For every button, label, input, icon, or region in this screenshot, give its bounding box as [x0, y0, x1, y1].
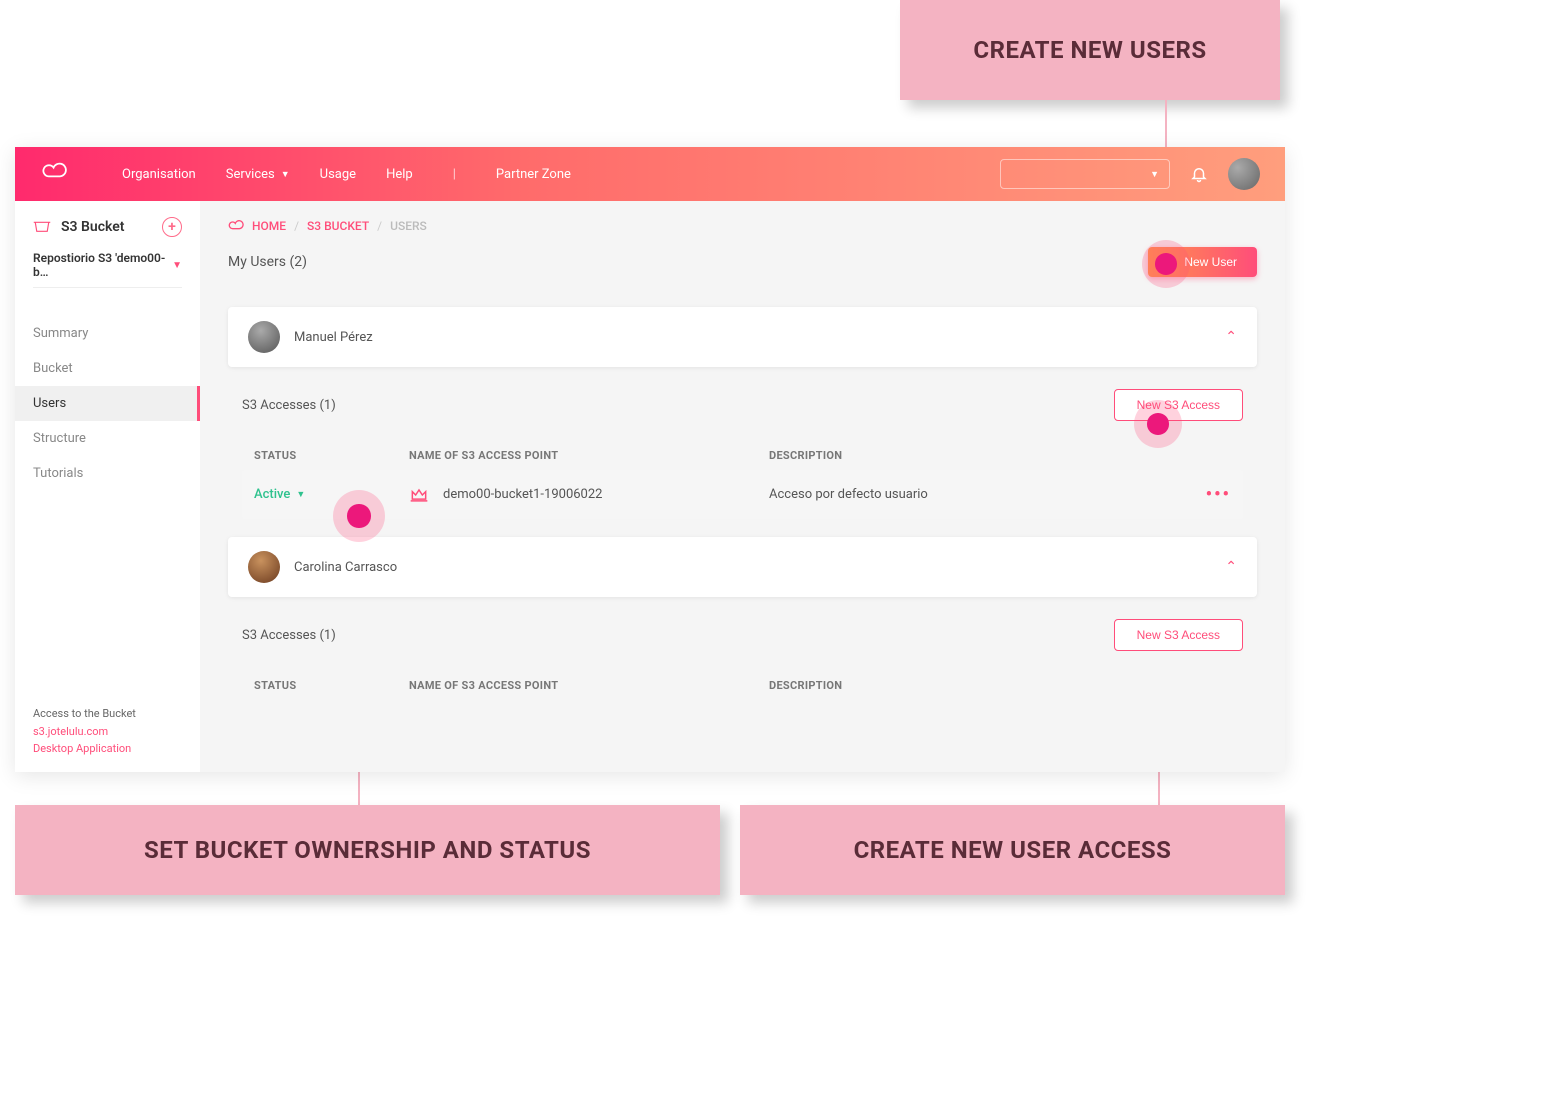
page-title: My Users (2) — [228, 254, 307, 270]
user-card[interactable]: Manuel Pérez ⌃ — [228, 307, 1257, 367]
new-user-button[interactable]: New User — [1148, 247, 1257, 277]
chevron-up-icon[interactable]: ⌃ — [1225, 559, 1237, 575]
nav-services-label: Services — [226, 167, 275, 182]
avatar — [248, 321, 280, 353]
app-window: Organisation Services ▼ Usage Help | Part… — [15, 147, 1285, 772]
col-name: NAME OF S3 ACCESS POINT — [409, 679, 769, 692]
user-name: Carolina Carrasco — [294, 560, 397, 575]
access-title: S3 Accesses (1) — [242, 628, 336, 643]
logo-icon — [40, 162, 72, 186]
access-block: S3 Accesses (1) New S3 Access STATUS NAM… — [228, 385, 1257, 519]
callout-create-users: CREATE NEW USERS — [900, 0, 1280, 100]
new-s3-access-button[interactable]: New S3 Access — [1114, 389, 1243, 421]
callout-ownership: SET BUCKET OWNERSHIP AND STATUS — [15, 805, 720, 895]
callout-new-access: CREATE NEW USER ACCESS — [740, 805, 1285, 895]
access-point-name: demo00-bucket1-19006022 — [443, 487, 602, 502]
sidebar-item-bucket[interactable]: Bucket — [15, 351, 200, 386]
sidebar: S3 Bucket + Repostiorio S3 'demo00-b… ▼ … — [15, 201, 200, 772]
chevron-down-icon: ▼ — [172, 260, 182, 271]
footer-link-desktop[interactable]: Desktop Application — [33, 740, 136, 758]
add-bucket-button[interactable]: + — [162, 217, 182, 237]
chevron-down-icon: ▼ — [281, 169, 290, 180]
user-card[interactable]: Carolina Carrasco ⌃ — [228, 537, 1257, 597]
user-name: Manuel Pérez — [294, 330, 373, 345]
sidebar-item-tutorials[interactable]: Tutorials — [15, 456, 200, 491]
more-actions-button[interactable]: ••• — [1206, 484, 1231, 505]
repo-name: Repostiorio S3 'demo00-b… — [33, 251, 172, 279]
cloud-icon — [228, 220, 244, 232]
col-status: STATUS — [254, 679, 409, 692]
sidebar-title: S3 Bucket — [61, 219, 125, 235]
nav-help[interactable]: Help — [386, 167, 413, 182]
table-row: Active ▼ demo00-bucket1-19006022 Acceso p… — [242, 470, 1243, 519]
desc-cell: Acceso por defecto usuario — [769, 487, 1191, 502]
repo-selector[interactable]: Repostiorio S3 'demo00-b… ▼ — [33, 251, 182, 288]
access-header: S3 Accesses (1) New S3 Access — [242, 615, 1243, 655]
header-right: ▼ — [1000, 158, 1260, 190]
sidebar-item-users[interactable]: Users — [15, 386, 200, 421]
sidebar-item-structure[interactable]: Structure — [15, 421, 200, 456]
table-header: STATUS NAME OF S3 ACCESS POINT DESCRIPTI… — [242, 441, 1243, 470]
footer-label: Access to the Bucket — [33, 705, 136, 723]
user-avatar[interactable] — [1228, 158, 1260, 190]
nav-organisation[interactable]: Organisation — [122, 167, 196, 182]
sidebar-item-summary[interactable]: Summary — [15, 316, 200, 351]
chevron-down-icon: ▼ — [1150, 169, 1159, 180]
bucket-icon — [33, 220, 51, 234]
crown-icon — [409, 485, 429, 505]
access-title: S3 Accesses (1) — [242, 398, 336, 413]
breadcrumb-sep: / — [377, 219, 382, 233]
nav-separator: | — [453, 167, 456, 182]
sidebar-title-row: S3 Bucket + — [15, 217, 200, 251]
org-selector[interactable]: ▼ — [1000, 159, 1170, 189]
col-name: NAME OF S3 ACCESS POINT — [409, 449, 769, 462]
avatar — [248, 551, 280, 583]
new-s3-access-button[interactable]: New S3 Access — [1114, 619, 1243, 651]
name-cell: demo00-bucket1-19006022 — [409, 485, 769, 505]
breadcrumb-bucket[interactable]: S3 BUCKET — [307, 219, 369, 233]
chevron-down-icon: ▼ — [296, 489, 305, 500]
nav-services[interactable]: Services ▼ — [226, 167, 290, 182]
header: Organisation Services ▼ Usage Help | Part… — [15, 147, 1285, 201]
nav-usage[interactable]: Usage — [320, 167, 356, 182]
status-cell[interactable]: Active ▼ — [254, 487, 409, 502]
col-status: STATUS — [254, 449, 409, 462]
breadcrumb-home[interactable]: HOME — [252, 219, 286, 233]
main-content: HOME / S3 BUCKET / USERS My Users (2) Ne… — [200, 201, 1285, 772]
sidebar-footer: Access to the Bucket s3.jotelulu.com Des… — [33, 705, 136, 758]
main-nav: Organisation Services ▼ Usage Help | Part… — [122, 167, 571, 182]
footer-link-s3[interactable]: s3.jotelulu.com — [33, 723, 136, 741]
title-row: My Users (2) New User — [228, 247, 1257, 277]
access-block: S3 Accesses (1) New S3 Access STATUS NAM… — [228, 615, 1257, 700]
chevron-up-icon[interactable]: ⌃ — [1225, 329, 1237, 345]
col-actions — [1191, 449, 1231, 462]
status-label: Active — [254, 487, 290, 502]
bell-icon[interactable] — [1190, 165, 1208, 183]
breadcrumb-users: USERS — [390, 219, 427, 233]
breadcrumb-sep: / — [294, 219, 299, 233]
col-desc: DESCRIPTION — [769, 449, 1191, 462]
col-desc: DESCRIPTION — [769, 679, 1231, 692]
table-header: STATUS NAME OF S3 ACCESS POINT DESCRIPTI… — [242, 671, 1243, 700]
nav-partner[interactable]: Partner Zone — [496, 167, 571, 182]
access-header: S3 Accesses (1) New S3 Access — [242, 385, 1243, 425]
breadcrumb: HOME / S3 BUCKET / USERS — [228, 219, 1257, 233]
